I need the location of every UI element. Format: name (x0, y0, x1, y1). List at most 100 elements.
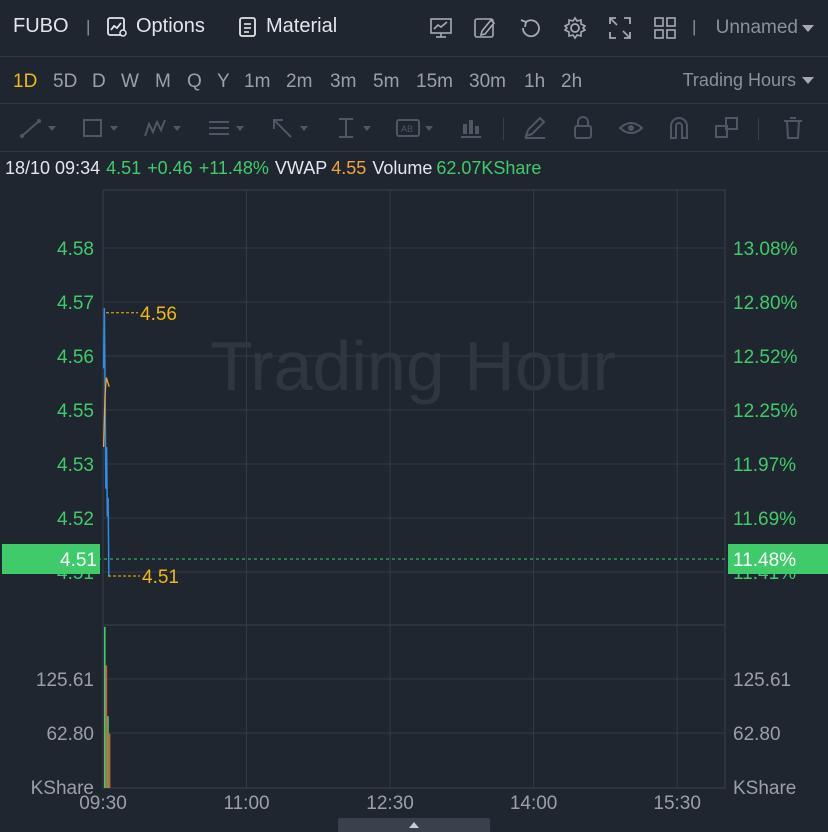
vwap-value: 4.55 (331, 158, 367, 178)
rectangle-tool[interactable] (80, 116, 118, 140)
stock-symbol[interactable]: FUBO (13, 15, 69, 38)
layout-name-label: Unnamed (715, 17, 798, 38)
period-2h[interactable]: 2h (561, 71, 582, 93)
material-button[interactable]: Material (238, 15, 337, 38)
period-30m[interactable]: 30m (469, 71, 506, 93)
x-axis-labels: 09:30 11:00 12:30 14:00 15:30 (79, 793, 701, 814)
indicator-tool[interactable] (458, 116, 484, 140)
trash-icon (784, 117, 802, 139)
separator-right: | (692, 17, 697, 36)
y-tick-left: 4.58 (57, 239, 94, 260)
arrow-tool[interactable] (270, 116, 308, 140)
y-tick-right: 11.69% (733, 509, 796, 530)
measure-tool[interactable] (333, 116, 371, 140)
pattern-tool[interactable] (143, 116, 181, 140)
period-3m[interactable]: 3m (330, 71, 356, 93)
refresh-icon[interactable] (517, 15, 543, 41)
period-1m[interactable]: 1m (244, 71, 270, 93)
quote-change-pct: +11.48% (198, 158, 269, 178)
x-tick-label: 09:30 (79, 793, 127, 814)
draw-edit-icon[interactable] (472, 15, 498, 41)
chevron-down-icon (802, 24, 814, 32)
panel-collapse-handle[interactable] (338, 818, 490, 832)
trading-hours-dropdown[interactable]: Trading Hours (683, 70, 814, 91)
svg-text:AB: AB (401, 124, 413, 134)
lock-tool[interactable] (570, 116, 596, 140)
arrow-icon (273, 119, 292, 138)
pencil-icon (524, 116, 546, 139)
quote-price: 4.51 (106, 158, 142, 178)
quote-change: +0.46 (147, 158, 193, 178)
chart-grid (102, 189, 726, 789)
pencil-tool[interactable] (522, 116, 548, 140)
chevron-up-icon (409, 822, 419, 828)
y-tick-left: 4.53 (57, 455, 94, 476)
y-tick-right: 12.25% (733, 401, 798, 422)
period-5m[interactable]: 5m (373, 71, 399, 93)
period-15m[interactable]: 15m (416, 71, 453, 93)
y-tick-right: 11.97% (733, 455, 796, 476)
quote-datetime: 18/10 09:34 (5, 158, 101, 178)
y-tick-left: 4.56 (57, 347, 94, 368)
fib-tool[interactable] (206, 116, 244, 140)
chart-watermark: Trading Hour (210, 327, 616, 405)
x-tick-label: 12:30 (366, 793, 414, 814)
volume-bar (108, 733, 111, 788)
text-note-tool[interactable]: AB (395, 116, 433, 140)
y-tick-right: 13.08% (733, 239, 798, 260)
y-tick-left: 4.52 (57, 509, 94, 530)
period-y[interactable]: Y (217, 71, 230, 93)
fullscreen-icon[interactable] (607, 15, 633, 41)
period-1h[interactable]: 1h (524, 71, 545, 93)
top-toolbar: FUBO | Options Material | Unnamed (0, 0, 828, 57)
grid-layout-icon[interactable] (652, 15, 678, 41)
period-d[interactable]: D (92, 71, 106, 93)
chart-template-icon[interactable] (428, 15, 454, 41)
volume-label: Volume (372, 158, 433, 178)
delete-tool[interactable] (780, 116, 806, 140)
period-m[interactable]: M (155, 71, 171, 93)
drawing-toolbar: AB (0, 104, 828, 152)
y-tick-right: 12.80% (733, 293, 798, 314)
layers-icon (715, 117, 738, 138)
x-tick-label: 14:00 (510, 793, 558, 814)
toolbar-divider (758, 118, 759, 140)
volume-tick-right: 125.61 (733, 670, 791, 691)
period-5d[interactable]: 5D (53, 71, 77, 93)
volume-tick-right: 62.80 (733, 724, 781, 745)
chart-frame (102, 189, 726, 789)
chevron-down-icon (110, 125, 118, 131)
chevron-down-icon (363, 125, 371, 131)
current-price-label: 4.51 (60, 550, 97, 571)
separator: | (86, 17, 91, 36)
quote-info-bar: 18/10 09:34 4.51 +0.46 +11.48% VWAP 4.55 Volum… (5, 158, 547, 179)
period-toolbar: 1D 5D D W M Q Y 1m 2m 3m 5m 15m 30m 1h 2… (0, 57, 828, 104)
settings-icon[interactable] (562, 15, 588, 41)
layout-name-dropdown[interactable]: Unnamed (716, 17, 814, 39)
volume-unit-right: KShare (733, 778, 796, 799)
period-w[interactable]: W (121, 71, 139, 93)
period-2m[interactable]: 2m (286, 71, 312, 93)
trend-line-tool[interactable] (18, 116, 56, 140)
chart-lines (102, 308, 110, 577)
visibility-tool[interactable] (618, 116, 644, 140)
magnet-tool[interactable] (666, 116, 692, 140)
options-chart-icon (107, 16, 127, 37)
lock-icon (574, 116, 592, 139)
volume-bar (105, 665, 108, 788)
y-tick-left: 4.57 (57, 293, 94, 314)
layers-tool[interactable] (714, 116, 740, 140)
y-tick-right: 12.52% (733, 347, 798, 368)
volume-value: 62.07KShare (436, 158, 542, 178)
options-button[interactable]: Options (106, 15, 205, 38)
intraday-chart[interactable]: Trading Hour 4.58 13.08% 4.57 12.80% 4.56 12.… (0, 185, 828, 818)
x-tick-label: 15:30 (653, 793, 701, 814)
high-marker-label: 4.56 (140, 304, 177, 325)
volume-bar (107, 716, 109, 788)
y-tick-left: 4.55 (57, 401, 94, 422)
chevron-down-icon (425, 125, 433, 131)
period-1d[interactable]: 1D (13, 71, 37, 93)
period-q[interactable]: Q (187, 71, 202, 93)
trend-line-icon (20, 119, 41, 138)
material-label: Material (266, 15, 338, 37)
